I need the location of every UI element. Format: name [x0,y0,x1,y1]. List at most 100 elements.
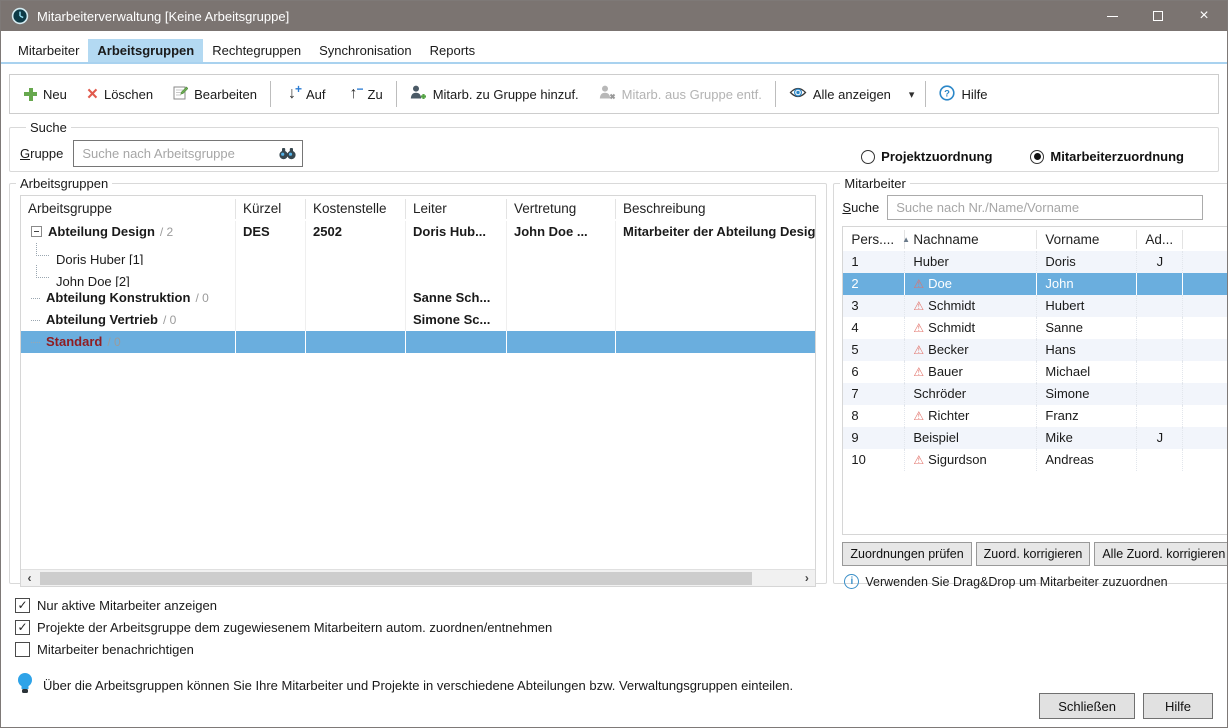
employees-table-header: Pers....▲ Nachname Vorname Ad... [843,227,1228,251]
employees-table: Pers....▲ Nachname Vorname Ad... 1HuberD… [842,226,1228,535]
maximize-button[interactable] [1135,1,1181,31]
assignment-buttons: Zuordnungen prüfenZuord. korrigierenAlle… [842,542,1228,566]
window-title: Mitarbeiterverwaltung [Keine Arbeitsgrup… [37,9,289,24]
employee-row-10[interactable]: 10⚠SigurdsonAndreas [843,449,1228,471]
workgroup-row-standard[interactable]: Standard/ 0 [21,331,815,353]
column-header-leiter: Leiter [406,199,507,219]
checkbox-icon: ✓ [15,598,30,613]
column-header-ad[interactable]: Ad... [1137,230,1183,249]
tab-mitarbeiter[interactable]: Mitarbeiter [9,39,88,62]
checkbox-nur-aktive-mitarbeiter-anzeigen[interactable]: ✓Nur aktive Mitarbeiter anzeigen [15,594,1227,616]
employee-row-4[interactable]: 4⚠SchmidtSanne [843,317,1228,339]
warning-icon: ⚠ [913,453,924,467]
warning-icon: ⚠ [913,409,924,423]
member-count: / 0 [195,291,208,305]
employees-groupbox: Mitarbeiter Suche Pers....▲ Nachname Vor… [833,176,1228,584]
warning-icon: ⚠ [913,277,924,291]
toolbar: Neu ×Löschen Bearbeiten ↓+Auf ↑−Zu Mitar… [9,74,1219,114]
employee-row-7[interactable]: 7SchröderSimone [843,383,1228,405]
tab-strip: MitarbeiterArbeitsgruppenRechtegruppenSy… [1,31,1227,64]
app-window: Mitarbeiterverwaltung [Keine Arbeitsgrup… [0,0,1228,728]
help-icon: ? [939,85,955,104]
employee-search-label: Suche [842,200,879,215]
tab-arbeitsgruppen[interactable]: Arbeitsgruppen [88,39,203,62]
correct-all-assignments-button[interactable]: Alle Zuord. korrigieren [1094,542,1228,566]
workgroups-groupbox: Arbeitsgruppen Arbeitsgruppe Kürzel Kost… [9,176,827,584]
collapse-icon[interactable] [31,226,42,237]
scroll-left-icon[interactable]: ‹ [21,571,38,585]
svg-text:?: ? [945,88,951,99]
move-up-button[interactable]: ↓+Auf [274,79,336,109]
workgroups-table-body: Abteilung Design/ 2DES2502Doris Hub...Jo… [21,221,815,353]
close-button[interactable]: × [1181,1,1227,31]
radio-mitarbeiterzuordnung[interactable]: Mitarbeiterzuordnung [1030,149,1184,164]
chevron-down-icon: ▾ [909,88,915,101]
column-header-arbeitsgruppe: Arbeitsgruppe [21,199,236,219]
member-count: / 0 [163,313,176,327]
show-all-dropdown[interactable]: ▾ [901,79,923,109]
member-count: / 2 [160,225,173,239]
tree-elbow-icon [36,265,49,278]
check-assignments-button[interactable]: Zuordnungen prüfen [842,542,971,566]
toolbar-separator [775,81,776,107]
show-all-button[interactable]: Alle anzeigen [779,79,901,109]
tab-reports[interactable]: Reports [421,39,485,62]
tab-synchronisation[interactable]: Synchronisation [310,39,421,62]
checkbox-icon [15,642,30,657]
workgroup-member-john-doe-2[interactable]: John Doe [2] [21,265,815,287]
employee-row-2[interactable]: 2⚠DoeJohn [843,273,1228,295]
employee-row-5[interactable]: 5⚠BeckerHans [843,339,1228,361]
column-header-vorname[interactable]: Vorname [1037,230,1137,249]
edit-button[interactable]: Bearbeiten [163,79,267,109]
footer-buttons: Schließen Hilfe [1039,693,1213,719]
minimize-button[interactable] [1089,1,1135,31]
workgroups-legend: Arbeitsgruppen [16,176,112,191]
toolbar-separator [270,81,271,107]
close-dialog-button[interactable]: Schließen [1039,693,1135,719]
delete-button[interactable]: ×Löschen [77,79,163,109]
footer-help-button[interactable]: Hilfe [1143,693,1213,719]
h-scrollbar[interactable]: ‹ › [21,569,815,586]
workgroup-row-abteilung-vertrieb[interactable]: Abteilung Vertrieb/ 0Simone Sc... [21,309,815,331]
employee-row-6[interactable]: 6⚠BauerMichael [843,361,1228,383]
tab-rechtegruppen[interactable]: Rechtegruppen [203,39,310,62]
add-employee-to-group-button[interactable]: Mitarb. zu Gruppe hinzuf. [400,79,589,109]
checkbox-projekte-der-arbeitsgruppe-dem-zugewiese[interactable]: ✓Projekte der Arbeitsgruppe dem zugewies… [15,616,1227,638]
workgroup-member-doris-huber-1[interactable]: Doris Huber [1] [21,243,815,265]
column-header-persnr[interactable]: Pers....▲ [843,230,905,249]
move-to-button[interactable]: ↑−Zu [336,79,393,109]
warning-icon: ⚠ [913,299,924,313]
radio-projektzuordnung[interactable]: Projektzuordnung [861,149,992,164]
h-scrollbar-thumb[interactable] [40,572,752,585]
column-header-nachname[interactable]: Nachname [905,230,1037,249]
plus-icon [24,88,37,101]
remove-employee-from-group-button[interactable]: Mitarb. aus Gruppe entf. [589,79,772,109]
workgroup-row-abteilung-konstruktion[interactable]: Abteilung Konstruktion/ 0Sanne Sch... [21,287,815,309]
workgroup-row-abteilung-design[interactable]: Abteilung Design/ 2DES2502Doris Hub...Jo… [21,221,815,243]
radio-button-icon [1030,150,1044,164]
binoculars-icon [279,147,296,165]
minimize-icon [1107,16,1118,17]
toolbar-separator [396,81,397,107]
employee-row-3[interactable]: 3⚠SchmidtHubert [843,295,1228,317]
employee-search-input[interactable] [887,195,1203,220]
edit-icon [173,85,188,103]
eye-icon [789,86,807,102]
new-button[interactable]: Neu [14,79,77,109]
arrow-up-minus-icon: ↑− [346,85,362,103]
toolbar-separator [925,81,926,107]
search-groupbox: Suche Gruppe ProjektzuordnungMitarbeiter… [9,120,1219,172]
workgroups-table-header: Arbeitsgruppe Kürzel Kostenstelle Leiter… [21,196,815,221]
employee-row-1[interactable]: 1HuberDorisJ [843,251,1228,273]
help-button[interactable]: ? Hilfe [929,79,997,109]
column-header-kuerzel: Kürzel [236,199,306,219]
column-header-kostenstelle: Kostenstelle [306,199,406,219]
correct-assignment-button[interactable]: Zuord. korrigieren [976,542,1091,566]
close-icon: × [1199,7,1208,25]
workgroup-search-input[interactable] [73,140,303,167]
tree-stub-icon [31,342,40,343]
scroll-right-icon[interactable]: › [798,571,815,585]
employee-row-8[interactable]: 8⚠RichterFranz [843,405,1228,427]
checkbox-mitarbeiter-benachrichtigen[interactable]: Mitarbeiter benachrichtigen [15,638,1227,660]
employee-row-9[interactable]: 9BeispielMikeJ [843,427,1228,449]
